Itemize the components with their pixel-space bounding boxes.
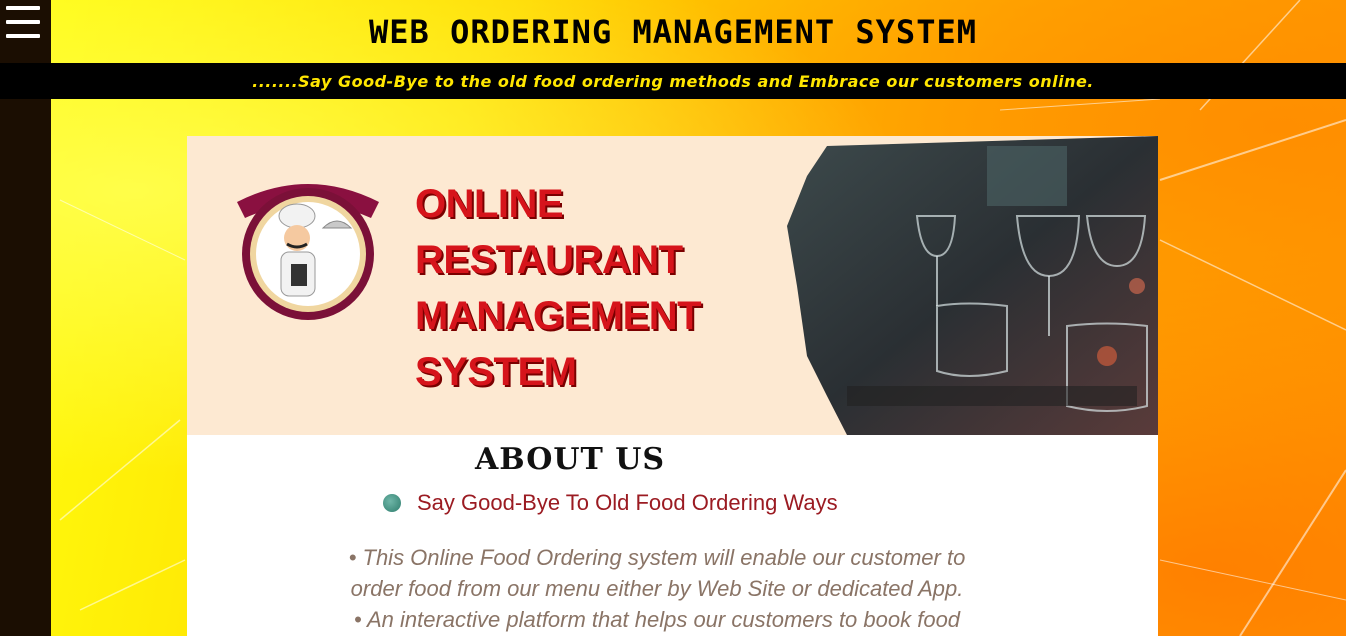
banner-heading: ONLINE RESTAURANT MANAGEMENT SYSTEM bbox=[415, 176, 702, 400]
chef-logo bbox=[237, 184, 379, 320]
bullet-line: order food from our menu either by Web S… bbox=[350, 576, 964, 601]
banner-line: RESTAURANT bbox=[415, 238, 683, 282]
banner-line: SYSTEM bbox=[415, 350, 577, 394]
about-us-heading: ABOUT US bbox=[475, 442, 666, 477]
main-content: ONLINE RESTAURANT MANAGEMENT SYSTEM ABOU… bbox=[187, 136, 1158, 636]
about-subtitle-text: Say Good-Bye To Old Food Ordering Ways bbox=[417, 490, 838, 515]
banner-line: MANAGEMENT bbox=[415, 294, 702, 338]
bullet-dot-icon bbox=[383, 494, 401, 512]
bullet-line: • This Online Food Ordering system will … bbox=[348, 545, 966, 570]
about-bullets: • This Online Food Ordering system will … bbox=[307, 542, 1007, 635]
banner-line: ONLINE bbox=[415, 182, 564, 226]
about-subtitle: Say Good-Bye To Old Food Ordering Ways bbox=[383, 490, 838, 516]
bullet-line: • An interactive platform that helps our… bbox=[353, 607, 961, 632]
tagline-text: .......Say Good-Bye to the old food orde… bbox=[252, 71, 1094, 91]
wine-glasses-photo bbox=[787, 136, 1158, 435]
hamburger-menu-icon[interactable] bbox=[6, 6, 40, 38]
tagline-bar: .......Say Good-Bye to the old food orde… bbox=[0, 63, 1346, 99]
page-title: WEB ORDERING MANAGEMENT SYSTEM bbox=[369, 12, 977, 51]
banner: ONLINE RESTAURANT MANAGEMENT SYSTEM bbox=[187, 136, 1158, 435]
